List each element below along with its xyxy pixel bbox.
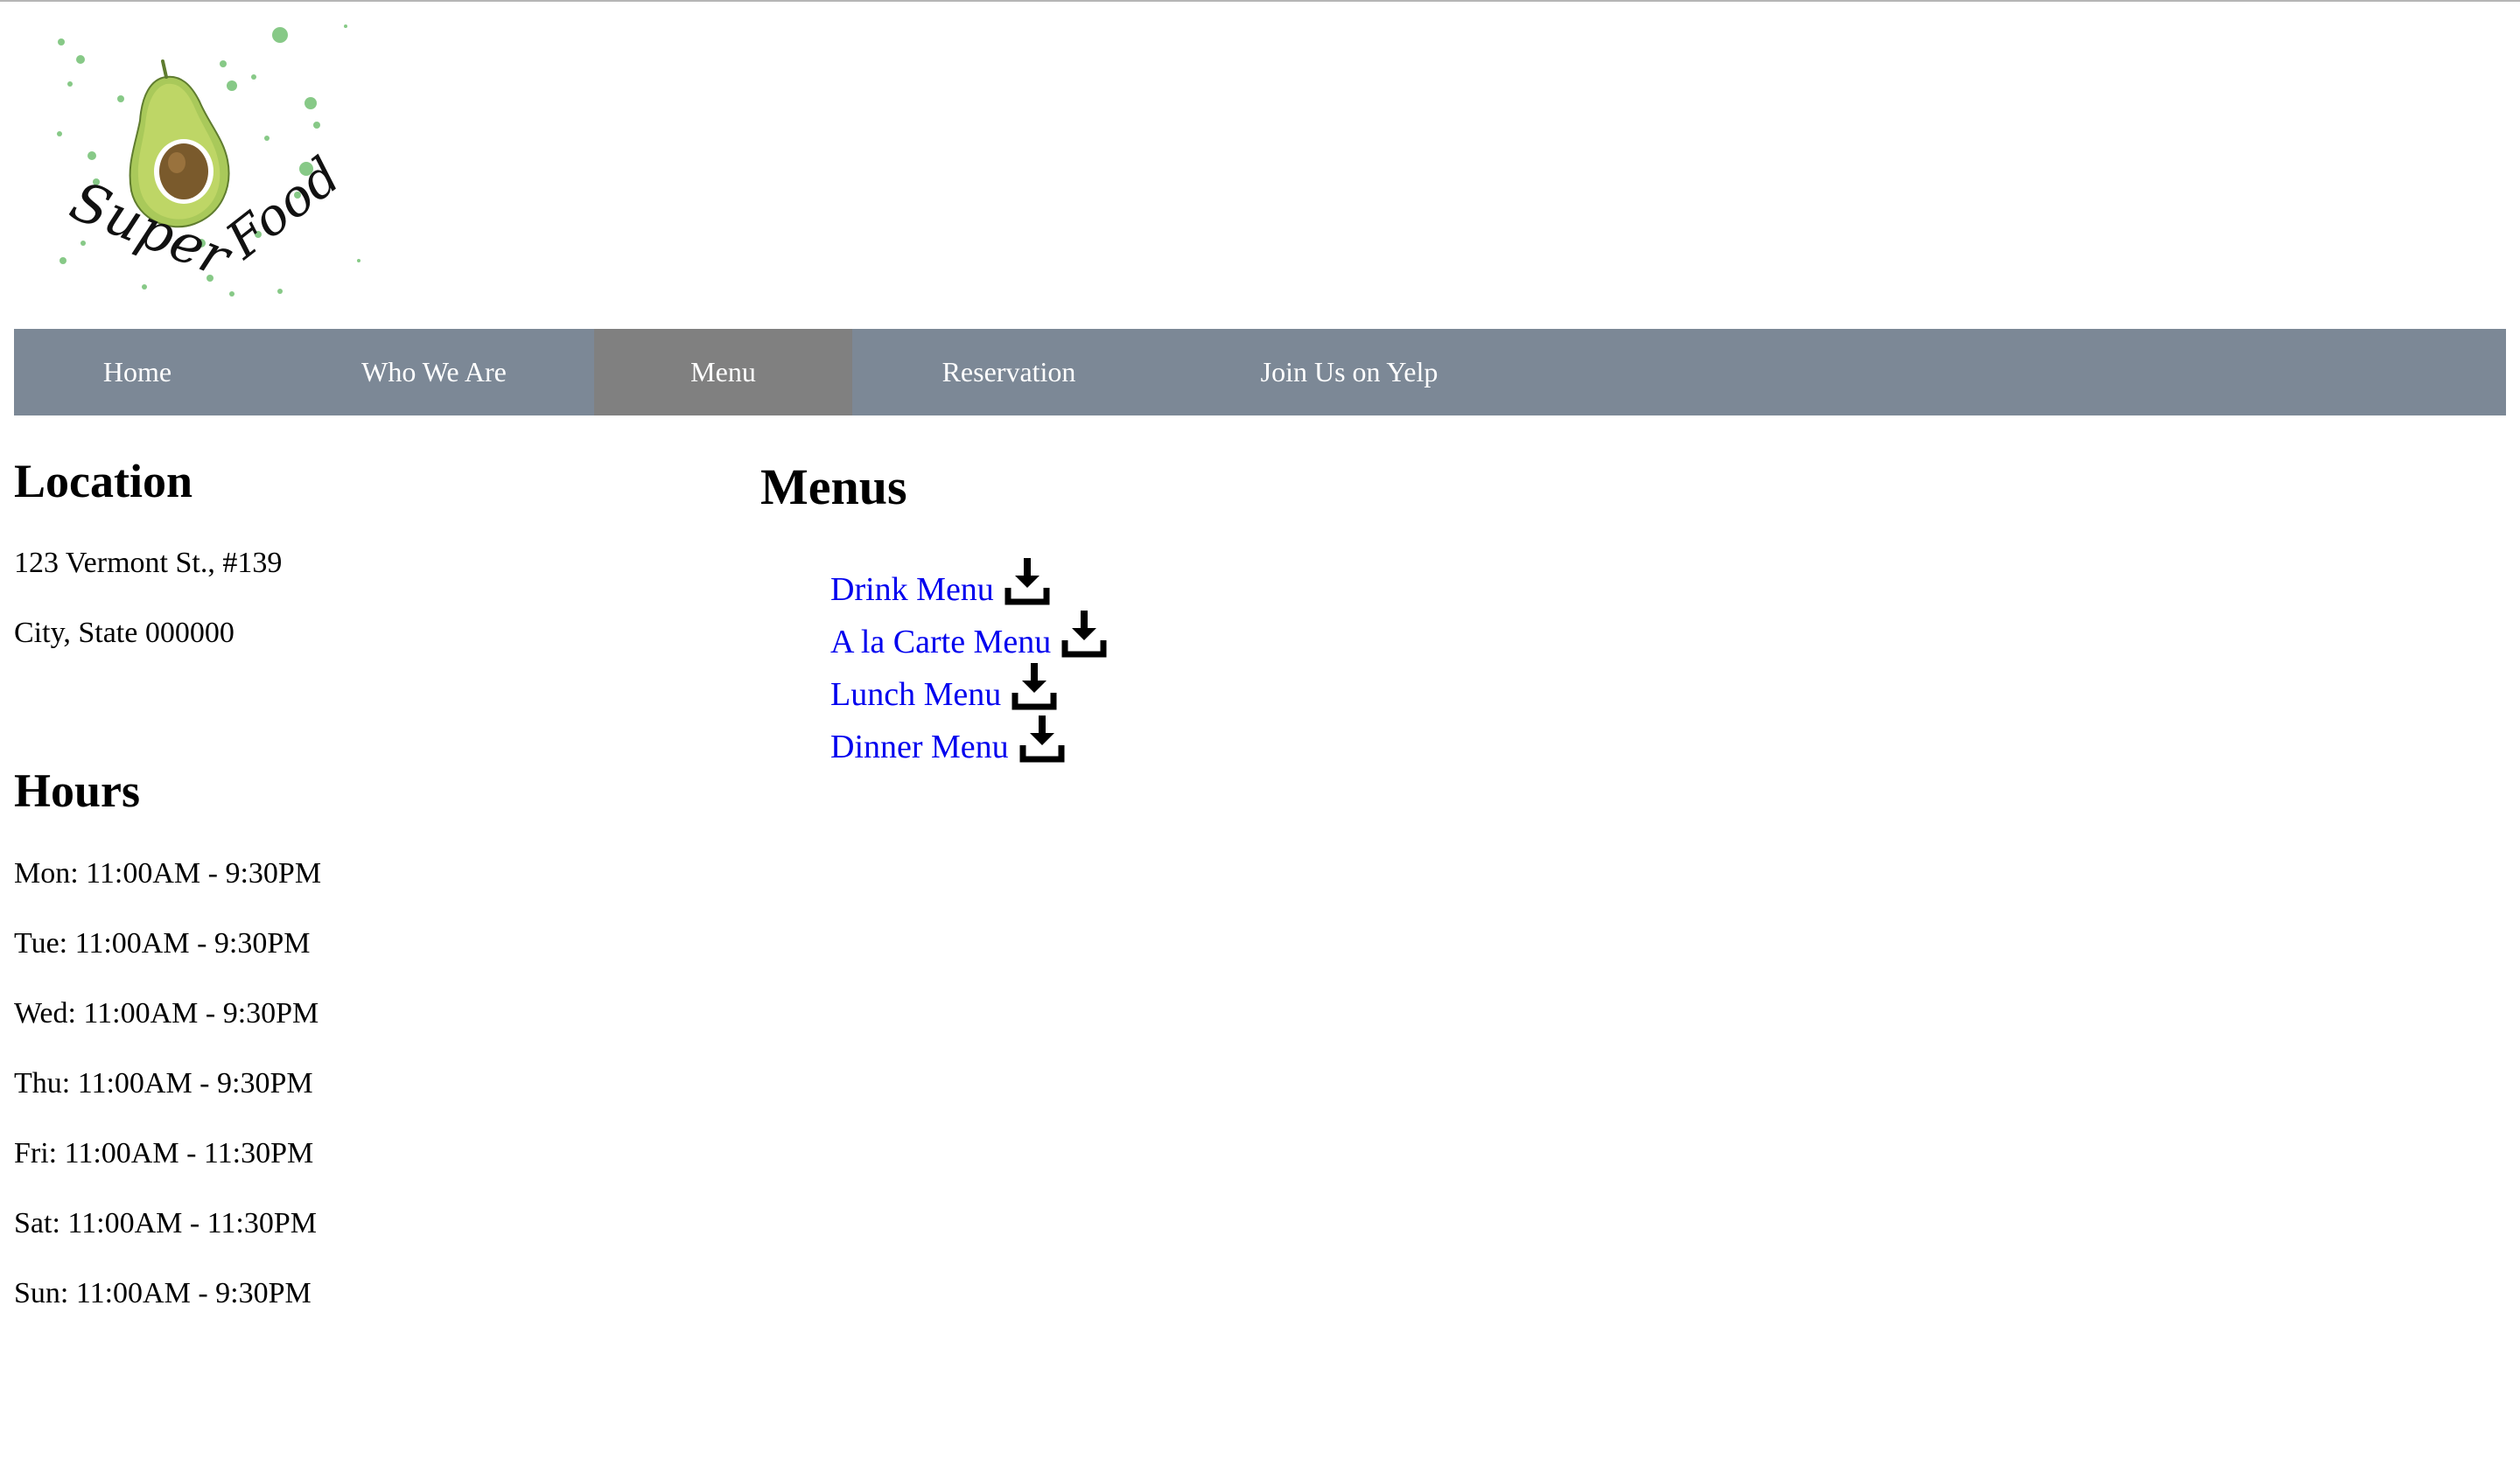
list-item: A la Carte Menu [830, 611, 1107, 665]
download-icon[interactable] [1012, 663, 1057, 712]
lunch-menu-link[interactable]: Lunch Menu [830, 672, 1001, 717]
hours-friday: Fri: 11:00AM - 11:30PM [14, 1137, 314, 1169]
location-heading: Location [14, 455, 193, 507]
list-item: Lunch Menu [830, 663, 1107, 717]
download-icon[interactable] [1004, 558, 1050, 607]
hours-monday: Mon: 11:00AM - 9:30PM [14, 857, 322, 890]
hours-thursday: Thu: 11:00AM - 9:30PM [14, 1067, 313, 1100]
dinner-menu-link[interactable]: Dinner Menu [830, 724, 1009, 770]
hours-saturday: Sat: 11:00AM - 11:30PM [14, 1207, 318, 1239]
drink-menu-link[interactable]: Drink Menu [830, 567, 994, 612]
nav-menu[interactable]: Menu [594, 329, 852, 415]
nav-join-yelp[interactable]: Join Us on Yelp [1166, 329, 1533, 415]
list-item: Drink Menu [830, 558, 1107, 612]
page: Super Food Home Who We Are Menu Reservat… [0, 0, 2520, 1466]
address-line-1: 123 Vermont St., #139 [14, 547, 283, 579]
download-icon[interactable] [1019, 716, 1065, 764]
super-food-logo[interactable]: Super Food [44, 16, 376, 313]
main-nav: Home Who We Are Menu Reservation Join Us… [14, 329, 2506, 415]
nav-reservation[interactable]: Reservation [852, 329, 1166, 415]
hours-sunday: Sun: 11:00AM - 9:30PM [14, 1277, 312, 1309]
a-la-carte-menu-link[interactable]: A la Carte Menu [830, 619, 1051, 665]
hours-wednesday: Wed: 11:00AM - 9:30PM [14, 997, 319, 1030]
top-divider [0, 0, 2520, 2]
nav-who-we-are[interactable]: Who We Are [261, 329, 607, 415]
address-line-2: City, State 000000 [14, 617, 234, 649]
menu-download-list: Drink Menu A la Carte Menu Lunch Menu Di… [830, 558, 1107, 770]
hours-tuesday: Tue: 11:00AM - 9:30PM [14, 927, 311, 960]
download-icon[interactable] [1061, 611, 1107, 660]
list-item: Dinner Menu [830, 716, 1107, 770]
hours-heading: Hours [14, 764, 141, 817]
menus-heading: Menus [760, 458, 907, 515]
svg-text:Food: Food [214, 145, 351, 270]
nav-home[interactable]: Home [14, 329, 261, 415]
